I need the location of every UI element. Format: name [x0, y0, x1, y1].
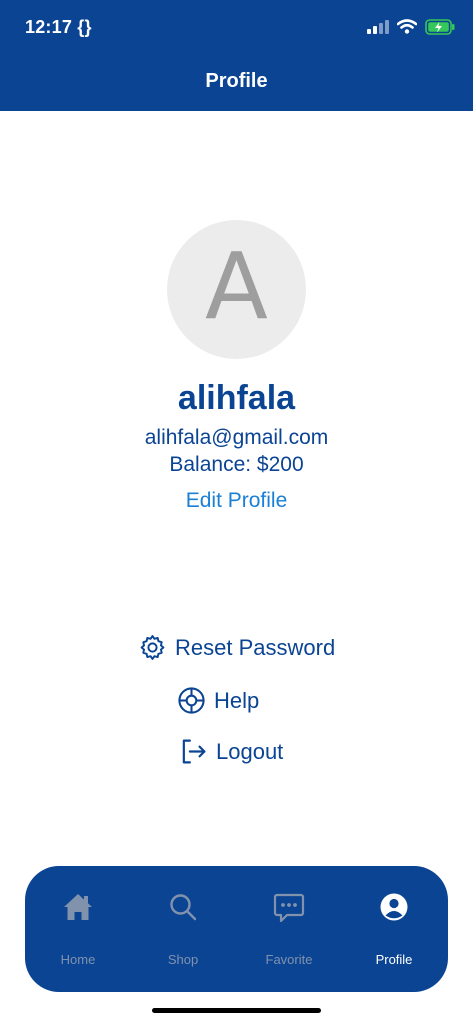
home-icon — [62, 892, 94, 927]
tab-home[interactable]: Home — [25, 866, 131, 992]
tab-shop[interactable]: Shop — [130, 866, 236, 992]
page-title: Profile — [205, 70, 268, 92]
chat-bubble-icon — [273, 892, 305, 929]
help-label: Help — [214, 687, 260, 713]
status-time: 12:17 {} — [25, 17, 92, 37]
tab-favorite[interactable]: Favorite — [236, 866, 342, 992]
home-indicator — [152, 1008, 321, 1013]
bottom-tab-bar: Home Shop Favorite Profile — [25, 866, 448, 992]
avatar-initial: A — [205, 232, 268, 340]
user-email: alihfala@gmail.com — [144, 426, 329, 449]
app-header: 12:17 {} Profile — [0, 0, 473, 111]
tab-shop-label: Shop — [167, 952, 199, 967]
battery-charging-icon — [425, 18, 455, 40]
username: alihfala — [177, 379, 296, 417]
tab-profile-label: Profile — [375, 952, 413, 967]
gear-icon — [138, 633, 167, 662]
tab-home-label: Home — [60, 952, 96, 967]
help-button[interactable]: Help — [177, 686, 259, 715]
logout-button[interactable]: Logout — [179, 737, 283, 766]
user-circle-icon — [379, 892, 409, 927]
signal-icon — [367, 19, 389, 39]
edit-profile-link[interactable]: Edit Profile — [0, 489, 473, 513]
wifi-icon — [396, 19, 418, 39]
lifebuoy-icon — [177, 686, 206, 715]
tab-favorite-label: Favorite — [265, 952, 313, 967]
user-balance: Balance: $200 — [169, 453, 304, 476]
logout-label: Logout — [216, 738, 284, 764]
reset-password-button[interactable]: Reset Password — [138, 633, 335, 662]
reset-password-label: Reset Password — [175, 634, 336, 660]
search-icon — [168, 892, 198, 927]
status-icons — [367, 17, 455, 41]
tab-profile[interactable]: Profile — [341, 866, 447, 992]
avatar: A — [167, 220, 306, 359]
logout-icon — [179, 737, 208, 766]
